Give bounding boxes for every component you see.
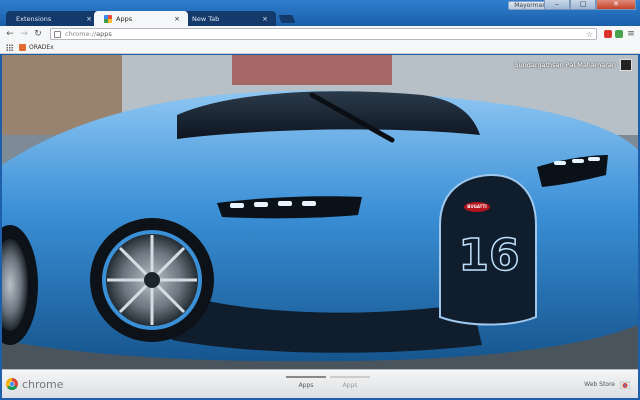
tab-close-icon[interactable]: × xyxy=(86,15,92,23)
window-frame: Mayorman – □ ✕ Extensions × Apps × New T… xyxy=(0,0,640,26)
car-number: 16 xyxy=(458,229,521,282)
bookmark-label: ORADEx xyxy=(29,44,54,51)
reload-button[interactable]: ↻ xyxy=(32,28,44,40)
chrome-logo-icon xyxy=(6,378,18,390)
new-tab-button[interactable] xyxy=(278,15,296,23)
minimize-button[interactable]: – xyxy=(544,0,570,10)
forward-button[interactable]: → xyxy=(18,28,30,40)
avatar[interactable] xyxy=(620,59,632,71)
bookmark-item[interactable]: ORADEx xyxy=(19,44,54,51)
car-badge: BUGATTI xyxy=(464,202,490,212)
apps-page: BUGATTI 16 Sundargathsan Pal Mahamaran xyxy=(2,55,638,369)
bookmarks-bar: ORADEx xyxy=(0,42,640,54)
toolbar: ← → ↻ chrome://apps ☆ ≡ xyxy=(0,26,640,42)
user-area[interactable]: Sundargathsan Pal Mahamaran xyxy=(514,59,632,71)
page-indicator-bar xyxy=(286,376,326,378)
web-store-icon xyxy=(620,381,630,389)
car-wallpaper xyxy=(2,55,638,369)
back-button[interactable]: ← xyxy=(4,28,16,40)
omnibox[interactable]: chrome://apps ☆ xyxy=(50,28,597,40)
tab-label: Extensions xyxy=(16,14,52,23)
maximize-button[interactable]: □ xyxy=(570,0,596,10)
chrome-logo: chrome xyxy=(6,378,64,391)
tab-close-icon[interactable]: × xyxy=(262,15,268,23)
tab-new-tab[interactable]: New Tab × xyxy=(182,11,276,26)
menu-icon[interactable]: ≡ xyxy=(626,29,636,39)
extension-red-icon[interactable] xyxy=(604,30,612,38)
user-name: Sundargathsan Pal Mahamaran xyxy=(514,61,616,69)
apps-footer: chrome Apps Apps Web Store xyxy=(2,369,638,398)
tab-extensions[interactable]: Extensions × xyxy=(6,11,100,26)
page-switcher-apps-2[interactable]: Apps xyxy=(330,376,370,389)
close-window-button[interactable]: ✕ xyxy=(596,0,636,10)
extension-green-icon[interactable] xyxy=(615,30,623,38)
apps-icon xyxy=(104,14,112,23)
page-icon xyxy=(54,30,61,38)
page-switcher: Apps Apps xyxy=(286,376,374,389)
bookmark-favicon-icon xyxy=(19,44,26,51)
page-switcher-apps[interactable]: Apps xyxy=(286,376,326,389)
page-indicator-bar xyxy=(330,376,370,378)
tab-apps[interactable]: Apps × xyxy=(94,11,188,26)
tab-strip: Extensions × Apps × New Tab × xyxy=(6,11,296,26)
tab-close-icon[interactable]: × xyxy=(174,15,180,23)
chrome-logo-text: chrome xyxy=(22,377,64,391)
web-store-link[interactable]: Web Store xyxy=(584,380,630,389)
window-controls: – □ ✕ xyxy=(544,0,636,10)
star-icon[interactable]: ☆ xyxy=(586,30,593,39)
apps-shortcut-icon[interactable] xyxy=(6,44,13,51)
url-text[interactable]: chrome://apps xyxy=(65,30,583,38)
tab-label: Apps xyxy=(116,14,133,23)
tab-label: New Tab xyxy=(192,14,220,23)
